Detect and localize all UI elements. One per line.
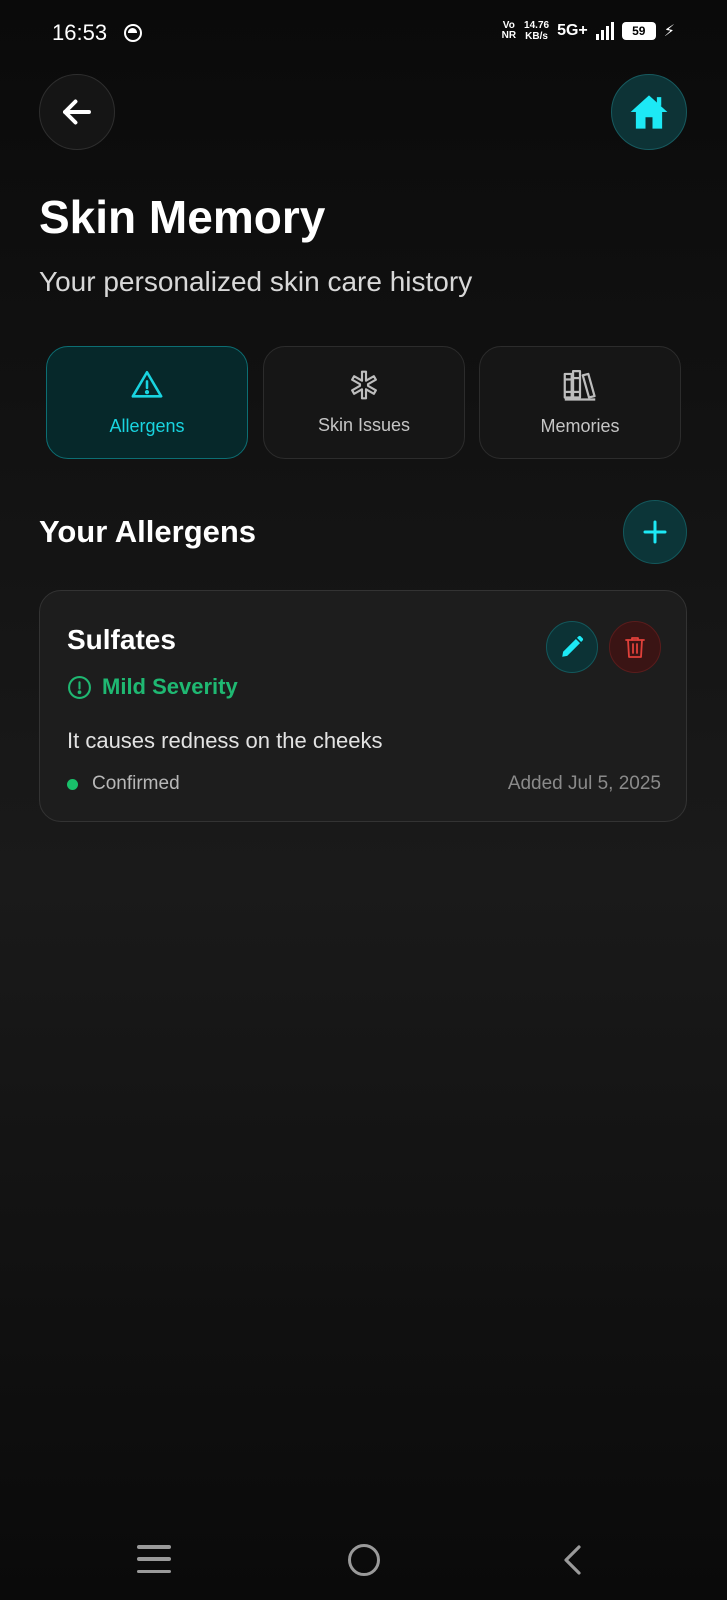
home-icon (630, 95, 668, 129)
allergen-name: Sulfates (67, 624, 176, 655)
tab-memories[interactable]: Memories (479, 346, 681, 459)
allergen-status: Confirmed (67, 773, 180, 795)
page-subtitle: Your personalized skin care history (39, 266, 473, 297)
pencil-icon (562, 635, 584, 657)
page-title: Skin Memory (39, 191, 326, 243)
tab-memories-label: Memories (540, 416, 620, 436)
status-label: Confirmed (92, 773, 180, 794)
status-bar: 16:53 Vo NR 14.76 KB/s 5G+ 59 ⚡ (0, 0, 727, 68)
trash-icon (625, 637, 645, 658)
tab-skin-issues[interactable]: Skin Issues (263, 346, 465, 459)
alert-circle-icon (68, 675, 91, 699)
network-speed: 14.76 KB/s (524, 20, 549, 42)
home-button[interactable] (611, 74, 687, 150)
delete-allergen-button[interactable] (609, 621, 661, 673)
tab-allergens[interactable]: Allergens (46, 346, 248, 459)
volte-bottom-label: NR (501, 30, 517, 41)
plus-icon (643, 520, 667, 544)
allergen-description: It causes redness on the cheeks (67, 728, 383, 753)
notification-face-icon (124, 24, 142, 42)
signal-strength-icon (595, 22, 614, 40)
asterisk-icon (351, 370, 377, 400)
network-type: 5G+ (557, 22, 588, 39)
volte-indicator: Vo NR (502, 21, 516, 41)
status-dot-icon (67, 778, 78, 790)
charging-bolt-icon: ⚡ (663, 23, 675, 40)
tab-skin-issues-label: Skin Issues (317, 415, 411, 435)
warning-triangle-icon (131, 370, 163, 398)
books-icon (563, 370, 596, 401)
status-time: 16:53 (52, 20, 108, 45)
added-date: Added Jul 5, 2025 (507, 773, 661, 794)
severity-label: Mild Severity (102, 674, 238, 699)
allergen-card: Sulfates Mild Severity It causes redness… (39, 590, 687, 822)
edit-allergen-button[interactable] (546, 621, 598, 673)
section-title: Your Allergens (39, 514, 257, 549)
network-speed-value: 14.76 (524, 20, 550, 31)
nav-back-button[interactable] (560, 1544, 586, 1576)
arrow-left-icon (63, 99, 91, 125)
status-indicators: Vo NR 14.76 KB/s 5G+ 59 ⚡ (502, 20, 675, 42)
severity-indicator: Mild Severity (67, 674, 238, 700)
nav-home-button[interactable] (348, 1544, 380, 1576)
nav-recents-button[interactable] (137, 1545, 171, 1573)
battery-icon: 59 (621, 22, 656, 40)
add-allergen-button[interactable] (623, 500, 687, 564)
chevron-left-icon (564, 1545, 581, 1575)
tab-allergens-label: Allergens (109, 416, 185, 436)
back-button[interactable] (39, 74, 115, 150)
network-speed-unit: KB/s (525, 31, 548, 42)
